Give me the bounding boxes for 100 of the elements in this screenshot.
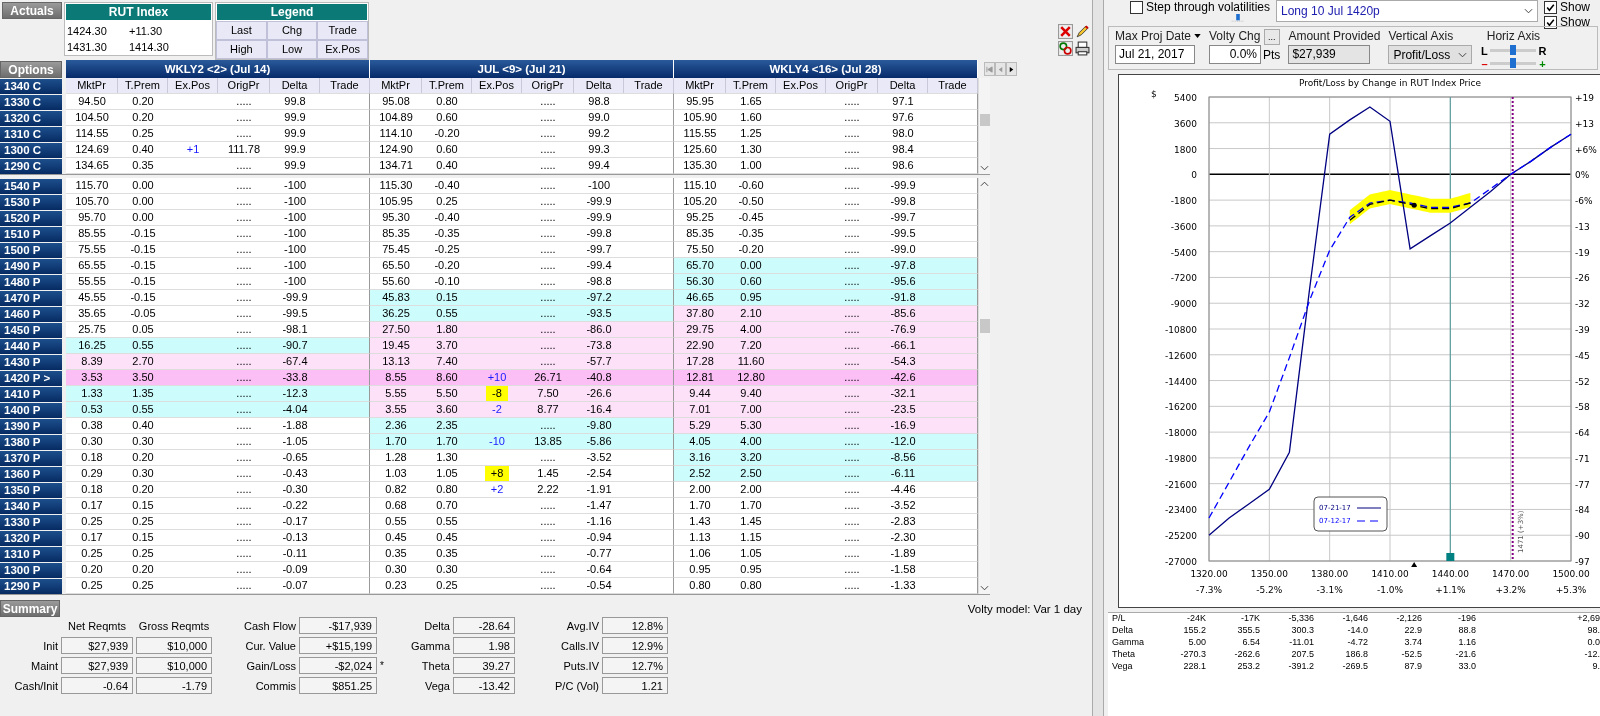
summary-button[interactable]: Summary: [0, 600, 60, 617]
table-cell-text: .....: [235, 482, 253, 497]
table-cell-text: 1.05: [739, 546, 763, 561]
options-button[interactable]: Options: [0, 60, 62, 78]
strike-label: 1540 P: [0, 179, 62, 194]
row-label: Cash Flow: [243, 619, 296, 632]
value-field: -1.79: [136, 677, 212, 694]
table-cell-text: -95.6: [889, 274, 917, 289]
strike-label: 1330 P: [0, 515, 62, 530]
column-header: MktPr: [66, 78, 118, 93]
table-cell-text: 95.25: [685, 210, 715, 225]
checkbox[interactable]: [1129, 0, 1143, 14]
table-cell-text: .....: [843, 386, 861, 401]
table-cell-text: .....: [235, 578, 253, 593]
table-cell-text: 1.70: [435, 434, 459, 449]
axis-tick-label: 3600: [1174, 118, 1197, 129]
table-cell-text: -5,336: [1287, 613, 1314, 625]
volatility-field[interactable]: 0.0%: [1209, 45, 1262, 64]
table-cell-text: .....: [539, 578, 557, 593]
table-cell-text: -0.35: [433, 226, 461, 241]
table-cell-text: .....: [235, 290, 253, 305]
table-cell-text: 134.71: [378, 158, 414, 173]
table-cell-text: .....: [843, 290, 861, 305]
more-button[interactable]: ...: [1263, 29, 1280, 45]
index-value: 1414.30: [129, 40, 170, 55]
positions-textbox[interactable]: Long 10 Jul 1420p: [1276, 0, 1538, 22]
table-cell-text: 2.22: [536, 482, 560, 497]
current-price-dot: [1411, 202, 1417, 208]
table-cell-text: 46.65: [685, 290, 715, 305]
triangle-marker-icon: [1411, 562, 1418, 567]
table-cell-text: 17.28: [685, 354, 715, 369]
table-cell-text: 16.25: [77, 338, 107, 353]
index-value: +11.30: [129, 24, 164, 39]
scroll-down-icon[interactable]: [980, 165, 989, 171]
table-cell-text: -21.6: [1454, 649, 1476, 661]
table-cell-text: 35.65: [77, 306, 107, 321]
table-cell-text: .....: [843, 338, 861, 353]
table-cell-text: .....: [539, 322, 557, 337]
table-cell-text: .....: [843, 546, 861, 561]
percent-tick-label: +1.1%: [1435, 585, 1466, 595]
scroll-down-icon[interactable]: [980, 585, 989, 591]
table-cell-text: .....: [539, 110, 557, 125]
table-cell-text: 75.45: [381, 242, 411, 257]
strike-label: 1300 C: [0, 143, 62, 158]
chevron-icon[interactable]: [1524, 8, 1533, 14]
scrollbar[interactable]: [978, 78, 990, 174]
table-cell-text: .....: [843, 142, 861, 157]
table-cell-text: 9.: [1591, 661, 1600, 673]
slider-end-label: R: [1538, 44, 1547, 57]
axis-tick-label: 5400: [1174, 93, 1197, 103]
column-header: OrigPr: [826, 78, 878, 93]
checkbox[interactable]: [1544, 15, 1557, 29]
date-field[interactable]: Jul 21, 2017: [1115, 45, 1195, 64]
legend-item: Trade: [317, 21, 368, 40]
table-cell-text: -98.1: [281, 322, 309, 337]
column-header: T.Prem: [726, 78, 776, 93]
pencil-icon[interactable]: [1075, 24, 1090, 39]
row-label: Gain/Loss: [245, 659, 296, 672]
first-page-button[interactable]: [984, 62, 995, 76]
slider-end-label: –: [1480, 57, 1489, 70]
slider-end-label: L: [1480, 44, 1489, 57]
table-cell-text: 0.25: [131, 578, 155, 593]
table-cell-text: -16.9: [889, 418, 917, 433]
table-cell-text: -91.8: [889, 290, 917, 305]
scrollbar-thumb[interactable]: [979, 114, 990, 126]
strike-label: 1410 P: [0, 387, 62, 402]
percent-tick-label: -3.1%: [1316, 585, 1343, 595]
table-cell-text: .....: [843, 178, 861, 193]
next-button[interactable]: [1006, 62, 1017, 76]
table-cell-text: 0.00: [739, 258, 763, 273]
caret-icon[interactable]: [1194, 34, 1202, 38]
slider-icon[interactable]: [1230, 14, 1246, 23]
table-cell-text: -0.65: [281, 450, 309, 465]
scrollbar-thumb[interactable]: [979, 319, 990, 333]
table-cell-text: -67.4: [281, 354, 309, 369]
strike-label: 1330 C: [0, 95, 62, 110]
table-cell-text: 6.54: [1241, 637, 1260, 649]
axis-tick-label: 1350.00: [1250, 569, 1288, 579]
table-cell-text: -99.0: [889, 242, 917, 257]
delete-icon[interactable]: [1058, 24, 1073, 39]
print-icon[interactable]: [1075, 41, 1090, 56]
slider-thumb[interactable]: [1510, 58, 1517, 68]
table-cell-text: -269.5: [1341, 661, 1368, 673]
scroll-up-icon[interactable]: [980, 181, 989, 187]
percent-tick-label: -1.0%: [1376, 585, 1404, 595]
scrollbar[interactable]: [978, 178, 990, 594]
table-cell-text: .....: [539, 94, 557, 109]
checkbox[interactable]: [1544, 0, 1557, 14]
percent-tick-label: -32: [1575, 299, 1590, 310]
axis-dropdown[interactable]: Profit/Loss: [1388, 45, 1473, 64]
actuals-button[interactable]: Actuals: [2, 2, 62, 19]
table-cell-text: 0.40: [131, 418, 155, 433]
table-cell-text: 8.55: [384, 370, 408, 385]
table-cell-text: -16.4: [585, 402, 613, 417]
column-header: Delta: [270, 78, 320, 93]
table-cell-text: -0.40: [433, 178, 461, 193]
slider-thumb[interactable]: [1510, 45, 1517, 55]
link-icon[interactable]: [1058, 41, 1073, 56]
table-cell-text: 0.68: [384, 498, 408, 513]
table-cell-text: -0.15: [129, 274, 157, 289]
